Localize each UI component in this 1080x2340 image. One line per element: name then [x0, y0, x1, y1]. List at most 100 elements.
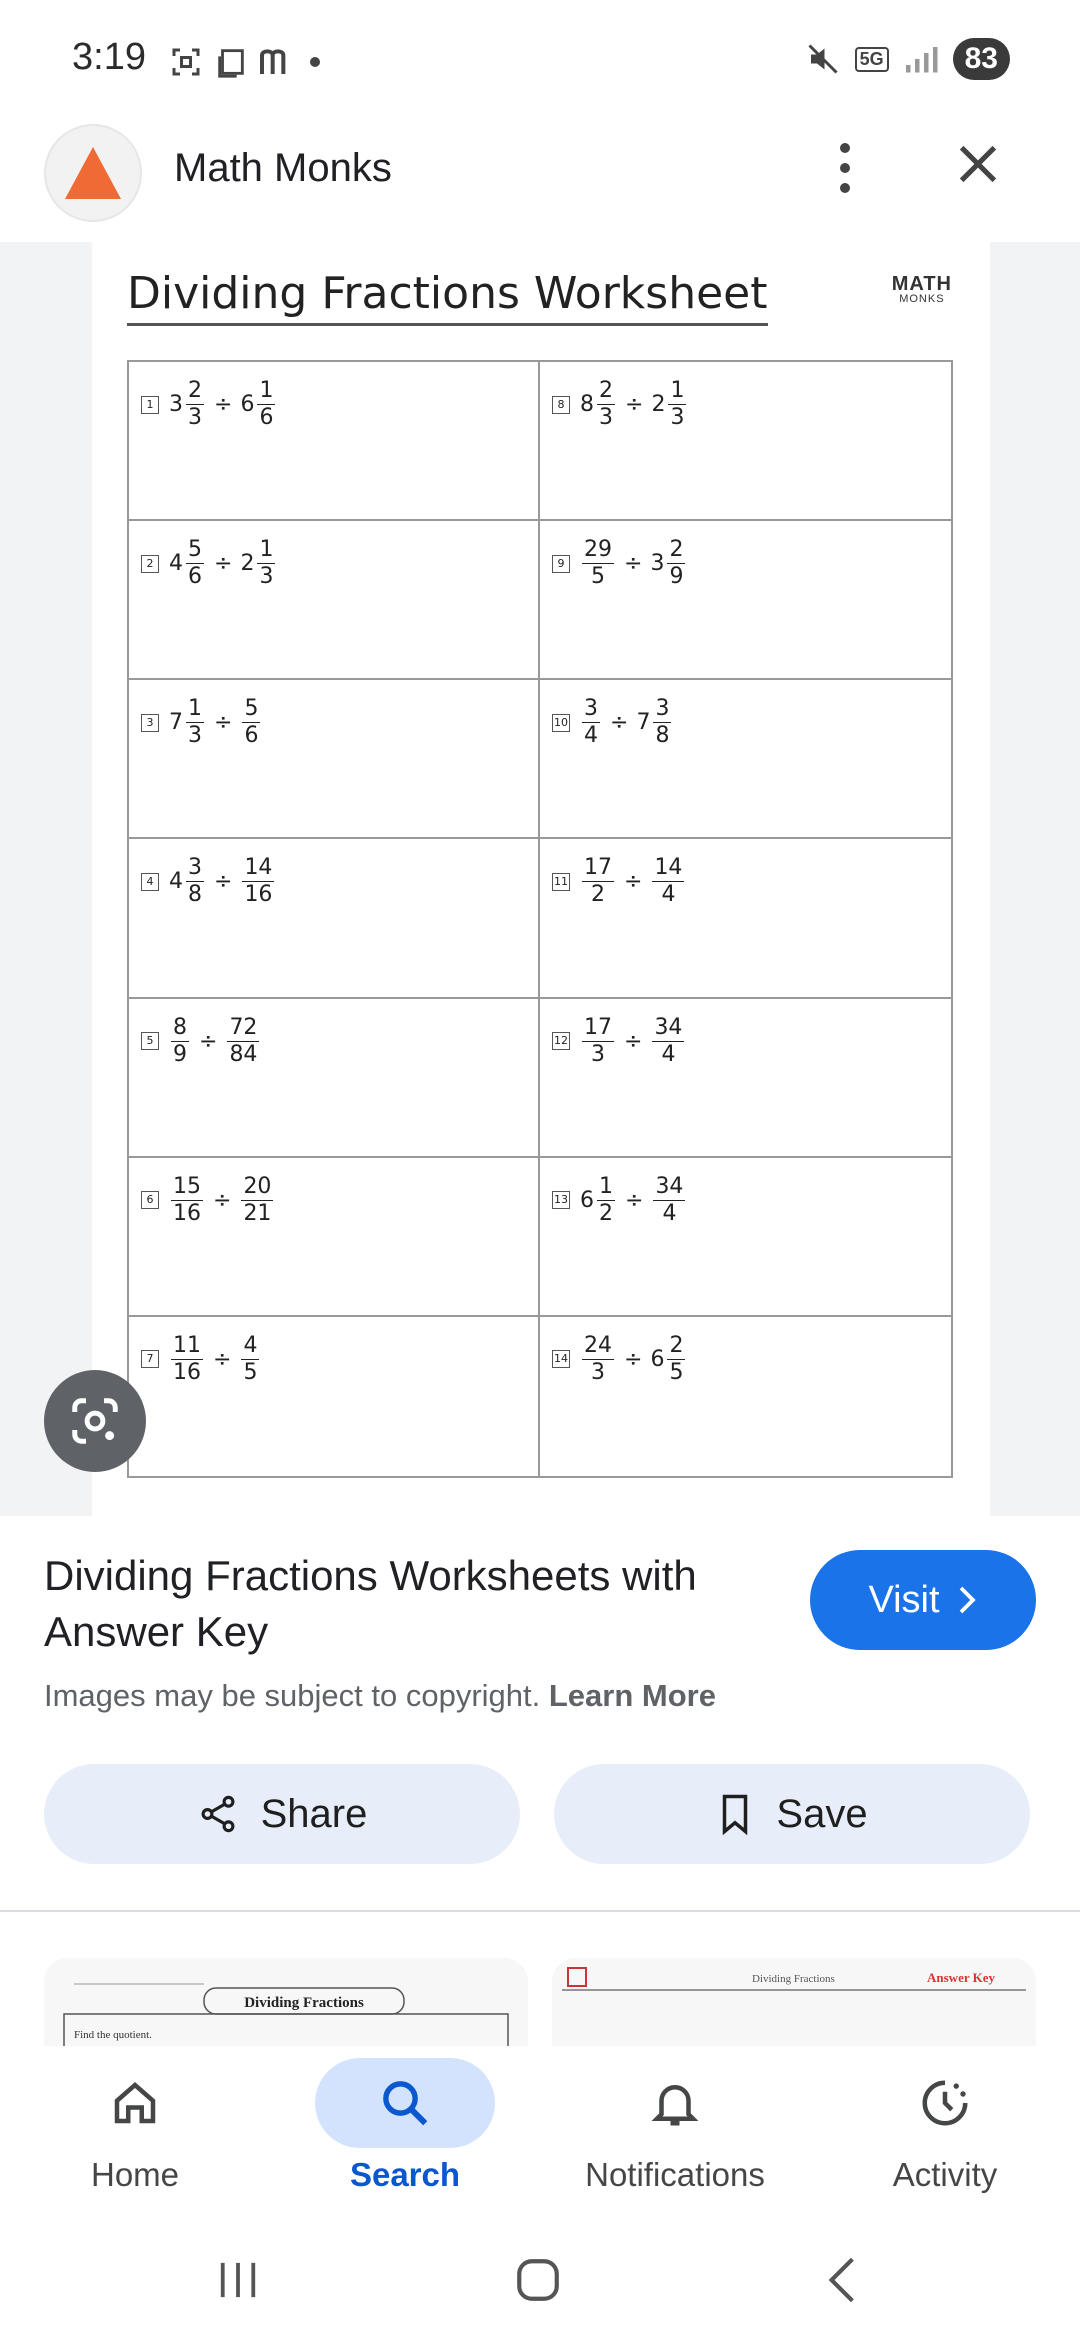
denominator: 3 — [259, 564, 274, 590]
problem-number: 9 — [552, 554, 570, 573]
back-button[interactable] — [812, 2250, 872, 2310]
bookmark-icon — [723, 1794, 748, 1835]
nav-search[interactable]: Search — [285, 2058, 525, 2218]
nav-search-icon-wrap — [315, 2058, 495, 2148]
problem-expression: 4 4 3 8 ÷ 14 16 — [141, 857, 276, 906]
numerator: 1 — [186, 696, 204, 724]
fraction: 56 — [242, 698, 261, 747]
problem-cell: 13 6 1 2 ÷ 34 4 — [540, 1158, 951, 1317]
problem-cell: 11 17 2 ÷ 14 4 — [540, 839, 951, 999]
thumb1-title: Dividing Fractions — [244, 1995, 364, 2011]
recent-apps-button[interactable] — [208, 2250, 268, 2310]
problem-cell: 8 8 2 3 ÷ 2 1 3 — [540, 362, 951, 522]
numerator: 1 — [257, 378, 276, 405]
denominator: 8 — [655, 723, 670, 749]
denominator: 16 — [244, 882, 273, 908]
mute-icon — [808, 44, 838, 74]
numerator: 3 — [653, 696, 672, 724]
divide-operator: ÷ — [624, 1346, 643, 1372]
nav-notifications[interactable]: Notifications — [555, 2058, 795, 2218]
search-icon — [383, 2081, 428, 2126]
divide-operator: ÷ — [624, 1028, 643, 1054]
denominator: 2 — [599, 1200, 613, 1226]
problem-number: 6 — [141, 1191, 159, 1210]
home-button[interactable] — [508, 2250, 568, 2310]
numerator: 2 — [186, 378, 204, 405]
fraction: 72 84 — [227, 1016, 260, 1067]
numerator: 20 — [241, 1173, 274, 1201]
problem-cell: 5 8 9 ÷ 72 84 — [129, 998, 540, 1158]
denominator: 9 — [669, 564, 684, 590]
problem-number: 10 — [552, 713, 570, 732]
learn-more-link[interactable]: Learn More — [549, 1678, 716, 1713]
visit-button[interactable]: Visit — [810, 1550, 1036, 1650]
fraction: 23 — [186, 380, 204, 429]
more-options-icon[interactable] — [820, 138, 870, 198]
denominator: 21 — [243, 1200, 272, 1226]
thumb1-sub: Find the quotient. — [74, 2029, 152, 2041]
save-label: Save — [776, 1791, 868, 1836]
copy-icon — [218, 49, 244, 78]
problem-cell: 14 24 3 ÷ 6 2 5 — [540, 1317, 951, 1476]
share-button[interactable]: Share — [44, 1764, 520, 1864]
nav-activity[interactable]: Activity — [825, 2058, 1065, 2218]
site-name[interactable]: Math Monks — [174, 146, 392, 191]
whole-number: 2 — [651, 392, 666, 417]
lens-button[interactable] — [44, 1370, 146, 1472]
related-thumbnail-art-1: Dividing Fractions Find the quotient. — [63, 1983, 509, 2046]
problem-number: 7 — [141, 1350, 159, 1369]
related-image-2[interactable]: Dividing Fractions Answer Key — [552, 1958, 1036, 2046]
fraction: 23 — [597, 380, 615, 429]
divide-operator: ÷ — [625, 1187, 644, 1213]
signal-icon — [905, 47, 938, 73]
close-icon[interactable] — [950, 136, 1006, 192]
nav-home[interactable]: Home — [15, 2058, 255, 2218]
result-title[interactable]: Dividing Fractions Worksheets with Answe… — [44, 1548, 764, 1660]
problem-expression: 8 8 2 3 ÷ 2 1 3 — [552, 380, 688, 429]
nav-notifications-label: Notifications — [585, 2156, 765, 2193]
denominator: 4 — [584, 723, 598, 749]
image-viewer[interactable]: Dividing Fractions Worksheet MATH MONKS … — [0, 242, 1080, 1516]
numerator: 1 — [597, 1173, 615, 1201]
numerator: 4 — [241, 1332, 260, 1360]
problem-number: 8 — [552, 395, 570, 414]
site-logo[interactable] — [44, 124, 142, 222]
worksheet-title: Dividing Fractions Worksheet — [127, 268, 768, 326]
denominator: 6 — [259, 405, 274, 430]
numerator: 34 — [652, 1014, 685, 1042]
fraction: 38 — [653, 696, 672, 749]
fraction: 11 16 — [171, 1334, 203, 1384]
fraction: 29 — [667, 539, 686, 590]
problem-cell: 6 15 16 ÷ 20 21 — [129, 1157, 540, 1317]
fraction: 13 — [668, 380, 687, 430]
problem-expression: 5 8 9 ÷ 72 84 — [141, 1014, 261, 1067]
fraction: 34 4 — [652, 1014, 685, 1066]
problem-expression: 11 17 2 ÷ 14 4 — [552, 857, 686, 906]
whole-number: 3 — [650, 551, 665, 577]
system-navigation — [0, 2220, 1080, 2340]
numerator: 34 — [653, 1173, 686, 1201]
denominator: 84 — [229, 1041, 258, 1067]
problem-cell: 7 11 16 ÷ 4 5 — [129, 1316, 540, 1476]
divide-operator: ÷ — [624, 551, 643, 577]
nav-home-icon-wrap — [45, 2058, 225, 2148]
problem-number: 1 — [141, 395, 159, 414]
problem-number: 13 — [552, 1191, 570, 1210]
problem-cell: 12 17 3 ÷ 34 4 — [540, 999, 951, 1158]
save-button[interactable]: Save — [554, 1764, 1030, 1864]
nav-activity-icon-wrap — [855, 2058, 1035, 2148]
related-image-1[interactable]: Dividing Fractions Find the quotient. — [44, 1958, 528, 2046]
denominator: 3 — [188, 405, 202, 430]
divide-operator: ÷ — [610, 710, 629, 736]
fraction: 13 — [257, 539, 276, 590]
problem-cell: 9 29 5 ÷ 3 2 9 — [540, 521, 951, 681]
status-left-icons — [168, 42, 322, 82]
divide-operator: ÷ — [199, 1028, 218, 1054]
numerator: 5 — [186, 537, 204, 565]
copyright-text: Images may be subject to copyright. — [44, 1678, 541, 1713]
numerator: 8 — [171, 1014, 189, 1042]
denominator: 3 — [670, 405, 685, 430]
denominator: 3 — [591, 1359, 605, 1385]
nav-activity-label: Activity — [892, 2156, 998, 2193]
whole-number: 6 — [580, 1187, 594, 1213]
